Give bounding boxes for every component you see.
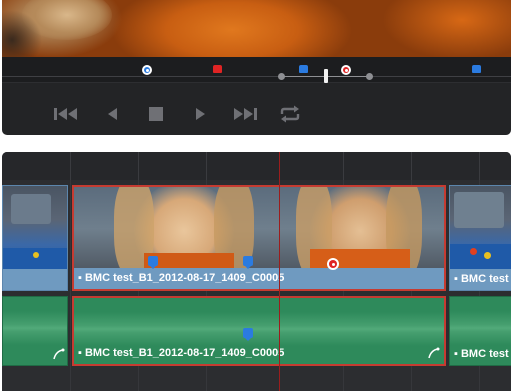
clip-marker-blue[interactable] <box>243 256 253 269</box>
jump-to-end-button[interactable] <box>229 96 261 132</box>
clip-label: ▪ BMC test_B1_2012-08-17_1409_C0005 <box>74 268 444 289</box>
marker-blue[interactable] <box>472 65 481 73</box>
video-clip[interactable] <box>2 185 68 291</box>
video-clip[interactable]: ▪ BMC test <box>449 185 511 291</box>
clip-marker-blue[interactable] <box>148 256 158 269</box>
loop-button[interactable] <box>274 96 306 132</box>
clip-thumbnail <box>450 186 511 270</box>
video-track: ▪ BMC test_B1_2012-08-17_1409_C0005 ▪ BM… <box>2 185 511 291</box>
marker-red[interactable] <box>213 65 222 73</box>
jump-to-end-icon <box>234 108 257 120</box>
marker-red-ring[interactable] <box>341 65 351 75</box>
audio-clip[interactable]: ▪ BMC test <box>449 296 511 366</box>
audio-track: ▪ BMC test_B1_2012-08-17_1409_C0005 ▪ BM… <box>2 296 511 366</box>
audio-clip[interactable] <box>2 296 68 366</box>
clip-label: ▪ BMC test <box>450 269 511 290</box>
marker-blue-ring[interactable] <box>142 65 152 75</box>
loop-icon <box>280 105 300 123</box>
marker-blue[interactable] <box>299 65 308 73</box>
timeline-panel: ▪ BMC test_B1_2012-08-17_1409_C0005 ▪ BM… <box>2 152 511 391</box>
playhead[interactable] <box>279 152 280 391</box>
clip-label: ▪ BMC test_B1_2012-08-17_1409_C0005 <box>78 347 285 359</box>
clip-thumbnail <box>280 187 444 271</box>
clip-marker-blue[interactable] <box>243 328 253 341</box>
stop-icon <box>149 107 163 121</box>
viewer-panel <box>2 0 511 135</box>
timeline-ruler[interactable] <box>2 152 511 180</box>
viewer-scrubber[interactable] <box>2 57 511 83</box>
jump-to-start-button[interactable] <box>50 96 82 132</box>
stop-button[interactable] <box>140 96 172 132</box>
clip-label <box>3 269 67 290</box>
play-reverse-button[interactable] <box>96 96 128 132</box>
audio-clip-selected[interactable]: ▪ BMC test_B1_2012-08-17_1409_C0005 <box>72 296 446 366</box>
jump-to-start-icon <box>54 108 77 120</box>
jog-right-end <box>366 73 373 80</box>
play-icon <box>196 108 205 120</box>
transport-controls <box>2 96 511 132</box>
jog-left-end <box>278 73 285 80</box>
clip-label: ▪ BMC test <box>454 348 509 360</box>
play-button[interactable] <box>185 96 217 132</box>
fade-handle-icon[interactable] <box>428 347 440 359</box>
play-reverse-icon <box>108 108 117 120</box>
jog-handle[interactable] <box>324 69 328 83</box>
video-clip-selected[interactable]: ▪ BMC test_B1_2012-08-17_1409_C0005 <box>72 185 446 291</box>
clip-thumbnail <box>3 186 67 270</box>
fade-handle-icon[interactable] <box>53 348 65 360</box>
clip-marker-red-ring[interactable] <box>327 258 339 270</box>
viewer-frame-image <box>2 0 511 57</box>
